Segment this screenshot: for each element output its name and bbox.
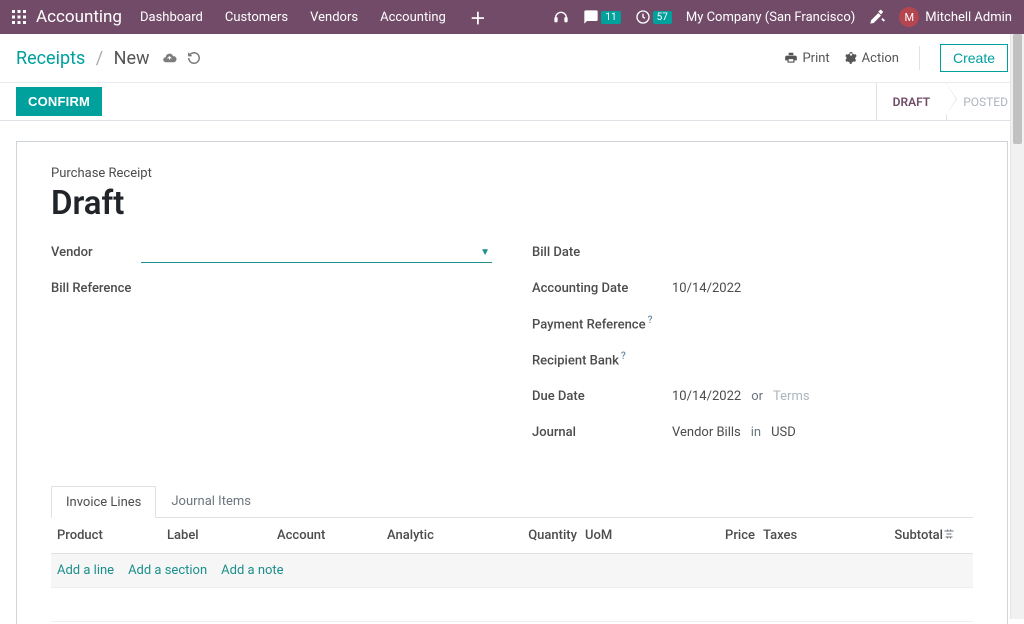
accounting-date-value[interactable]: 10/14/2022	[672, 281, 741, 296]
col-product: Product	[57, 528, 167, 543]
col-account: Account	[277, 528, 387, 543]
apps-icon[interactable]	[12, 10, 26, 24]
discard-icon[interactable]	[187, 51, 201, 66]
menu-vendors[interactable]: Vendors	[310, 10, 358, 25]
status-draft[interactable]: DRAFT	[876, 83, 947, 120]
col-quantity: Quantity	[517, 528, 577, 543]
sheet-title-label: Purchase Receipt	[51, 166, 973, 181]
payment-reference-label: Payment Reference?	[532, 315, 672, 332]
cloud-save-icon[interactable]	[162, 51, 177, 66]
col-taxes: Taxes	[755, 528, 863, 543]
action-button[interactable]: Action	[844, 51, 899, 66]
breadcrumb-sep: /	[96, 48, 103, 69]
menu-accounting[interactable]: Accounting	[380, 10, 446, 25]
or-text: or	[751, 389, 763, 404]
breadcrumb-current: New	[114, 48, 150, 69]
due-date-value[interactable]: 10/14/2022	[672, 389, 741, 404]
col-uom: UoM	[577, 528, 685, 543]
col-subtotal: Subtotal	[863, 528, 943, 543]
due-date-label: Due Date	[532, 389, 672, 404]
dropdown-caret-icon[interactable]: ▼	[480, 247, 490, 258]
user-menu[interactable]: M Mitchell Admin	[899, 7, 1012, 27]
messages-badge: 11	[601, 11, 620, 24]
user-name: Mitchell Admin	[925, 10, 1012, 25]
print-button[interactable]: Print	[784, 51, 829, 66]
avatar: M	[899, 7, 919, 27]
activity-icon[interactable]: 57	[635, 9, 672, 25]
accounting-date-label: Accounting Date	[532, 281, 672, 296]
vertical-scrollbar[interactable]	[1010, 34, 1024, 619]
in-text: in	[751, 425, 761, 440]
col-price: Price	[685, 528, 755, 543]
add-note-link[interactable]: Add a note	[221, 563, 283, 578]
journal-value[interactable]: Vendor Bills	[672, 425, 741, 440]
journal-label: Journal	[532, 425, 672, 440]
create-button[interactable]: Create	[940, 44, 1008, 72]
help-icon[interactable]: ?	[648, 315, 653, 326]
debug-icon[interactable]	[869, 9, 885, 25]
help-icon[interactable]: ?	[621, 351, 626, 362]
breadcrumb-root[interactable]: Receipts	[16, 48, 85, 69]
vendor-label: Vendor	[51, 245, 141, 260]
menu-customers[interactable]: Customers	[225, 10, 288, 25]
col-label: Label	[167, 528, 277, 543]
support-icon[interactable]	[553, 9, 569, 25]
sheet-title: Draft	[51, 184, 973, 223]
bill-date-label: Bill Date	[532, 245, 672, 260]
add-line-link[interactable]: Add a line	[57, 563, 114, 578]
app-brand[interactable]: Accounting	[36, 7, 122, 27]
activity-badge: 57	[653, 11, 672, 24]
currency-value[interactable]: USD	[771, 425, 796, 440]
confirm-button[interactable]: CONFIRM	[16, 87, 102, 116]
add-section-link[interactable]: Add a section	[128, 563, 207, 578]
col-analytic: Analytic	[387, 528, 517, 543]
menu-dashboard[interactable]: Dashboard	[140, 10, 203, 25]
vendor-input[interactable]	[141, 241, 492, 263]
tab-invoice-lines[interactable]: Invoice Lines	[51, 486, 156, 518]
terms-placeholder[interactable]: Terms	[773, 389, 810, 404]
company-selector[interactable]: My Company (San Francisco)	[686, 10, 855, 25]
scrollbar-thumb[interactable]	[1013, 34, 1022, 144]
bill-reference-label: Bill Reference	[51, 281, 131, 296]
messages-icon[interactable]: 11	[583, 9, 620, 25]
recipient-bank-label: Recipient Bank?	[532, 351, 672, 368]
column-options-icon[interactable]	[943, 528, 967, 543]
tab-journal-items[interactable]: Journal Items	[156, 485, 266, 517]
new-icon[interactable]: ＋	[470, 5, 486, 29]
table-row	[51, 588, 973, 622]
